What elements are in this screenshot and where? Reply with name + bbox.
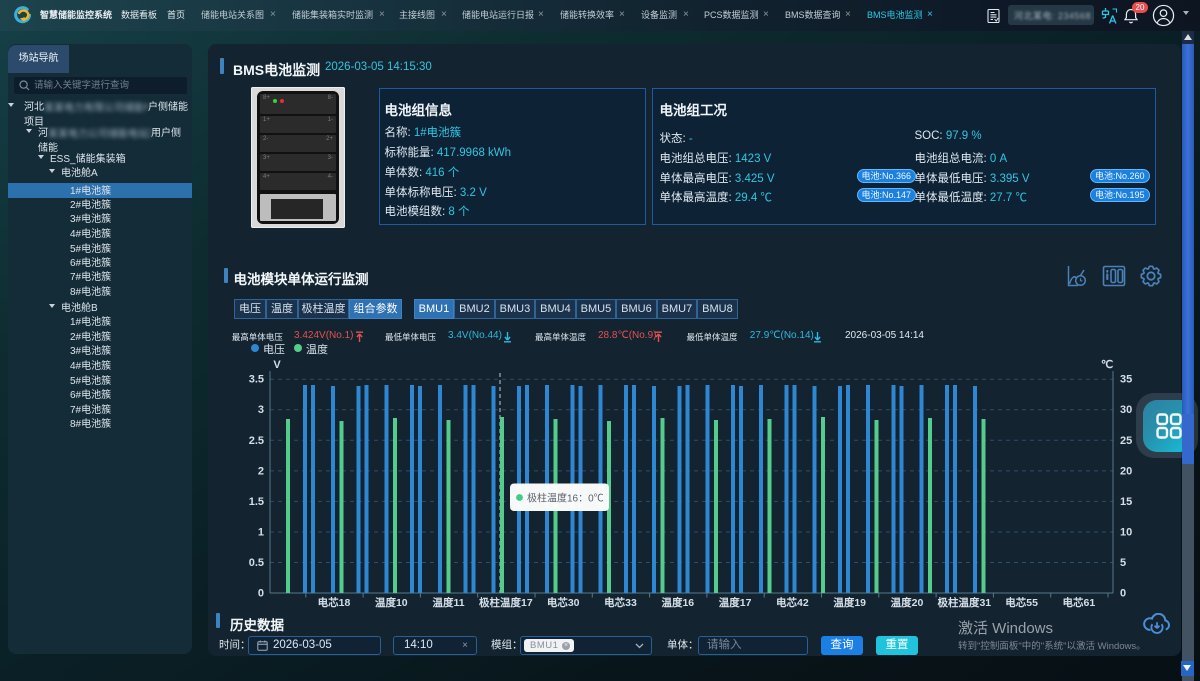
svg-text:极柱温度16：0℃: 极柱温度16：0℃ [527, 492, 604, 505]
svg-text:30: 30 [1120, 404, 1132, 416]
svg-text:0: 0 [258, 588, 264, 600]
svg-text:温度20: 温度20 [891, 596, 924, 609]
svg-text:0: 0 [1120, 588, 1126, 600]
svg-text:温度17: 温度17 [719, 596, 752, 609]
svg-text:V: V [273, 359, 281, 371]
svg-text:温度19: 温度19 [833, 596, 866, 609]
svg-text:电芯18: 电芯18 [318, 596, 351, 609]
svg-text:电芯61: 电芯61 [1063, 596, 1096, 609]
svg-text:2: 2 [258, 465, 264, 477]
svg-text:温度10: 温度10 [375, 596, 408, 609]
svg-text:20: 20 [1120, 465, 1132, 477]
svg-text:35: 35 [1120, 374, 1132, 386]
svg-text:5: 5 [1120, 557, 1126, 569]
svg-text:25: 25 [1120, 435, 1132, 447]
svg-text:3.5: 3.5 [249, 374, 264, 386]
svg-text:2.5: 2.5 [249, 435, 264, 447]
svg-text:1: 1 [258, 527, 264, 539]
svg-text:极柱温度17: 极柱温度17 [479, 596, 533, 609]
svg-text:0.5: 0.5 [249, 557, 264, 569]
svg-text:10: 10 [1120, 527, 1132, 539]
svg-text:温度11: 温度11 [433, 596, 465, 609]
svg-text:电芯42: 电芯42 [776, 596, 809, 609]
svg-text:3: 3 [258, 404, 264, 416]
svg-text:电芯30: 电芯30 [547, 596, 580, 609]
svg-text:电芯55: 电芯55 [1005, 596, 1038, 609]
svg-text:极柱温度31: 极柱温度31 [937, 596, 991, 609]
svg-text:电芯33: 电芯33 [604, 596, 637, 609]
svg-text:15: 15 [1120, 496, 1132, 508]
svg-text:℃: ℃ [1101, 359, 1113, 371]
svg-text:温度16: 温度16 [661, 596, 694, 609]
svg-text:1.5: 1.5 [249, 496, 264, 508]
